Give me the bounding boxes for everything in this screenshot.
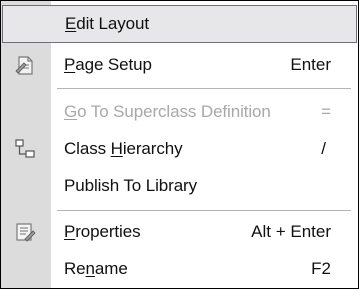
menu-separator (57, 210, 351, 211)
menu-item-label: Rename (64, 259, 128, 278)
menu-item-page-setup[interactable]: Page Setup Enter (1, 46, 358, 84)
menu-item-go-to-superclass: Go To Superclass Definition = (1, 93, 358, 131)
class-hierarchy-icon (14, 138, 36, 160)
menu-item-class-hierarchy[interactable]: Class Hierarchy / (1, 130, 358, 168)
menu-item-shortcut: / (321, 139, 326, 158)
menu-item-label: Class Hierarchy (64, 139, 183, 158)
page-setup-icon (14, 54, 36, 76)
menu-item-shortcut: F2 (311, 259, 331, 278)
context-menu: Edit Layout Page Setup Enter Go To Super… (0, 0, 359, 289)
menu-item-publish-to-library[interactable]: Publish To Library (1, 167, 358, 205)
menu-item-rename[interactable]: Rename F2 (1, 250, 358, 288)
menu-item-shortcut: Enter (290, 55, 331, 74)
menu-item-shortcut: Alt + Enter (251, 222, 331, 241)
properties-icon (14, 221, 36, 243)
menu-item-properties[interactable]: Properties Alt + Enter (1, 213, 358, 251)
menu-item-label: Edit Layout (65, 14, 149, 33)
menu-item-label: Go To Superclass Definition (64, 102, 271, 121)
menu-separator (57, 88, 351, 89)
menu-item-shortcut: = (321, 102, 331, 121)
menu-item-label: Publish To Library (64, 176, 198, 195)
menu-item-label: Properties (64, 222, 141, 241)
menu-item-edit-layout[interactable]: Edit Layout (2, 5, 357, 43)
menu-item-label: Page Setup (64, 55, 152, 74)
